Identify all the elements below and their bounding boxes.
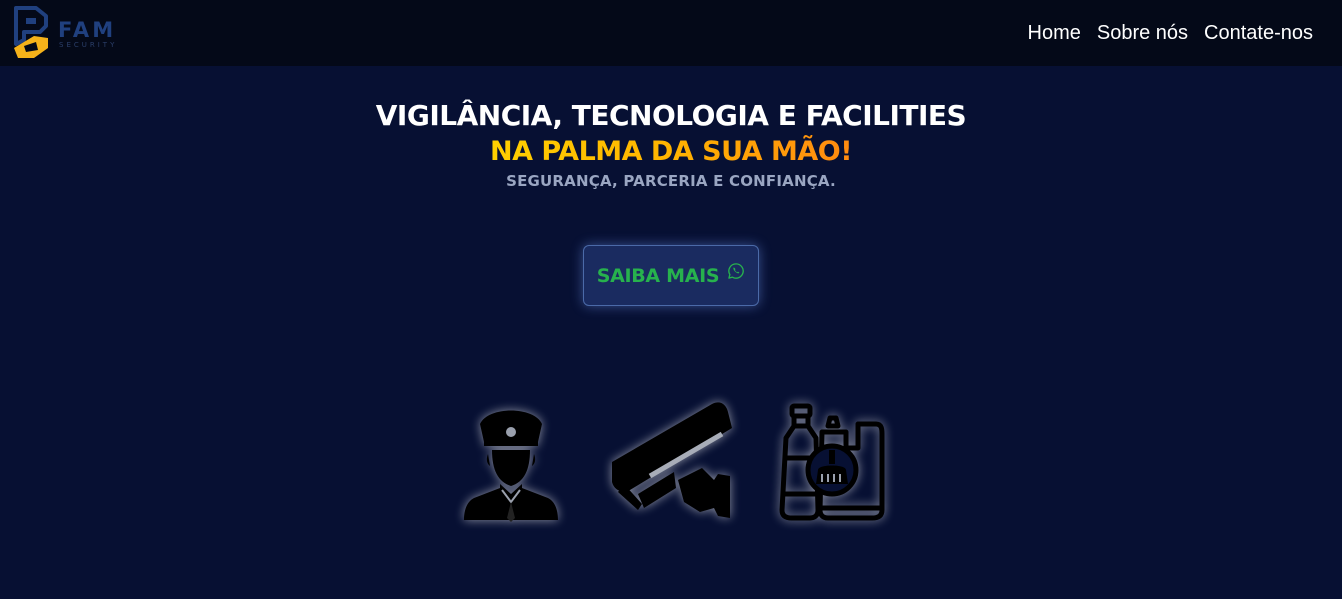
nav-link-sobre-nos[interactable]: Sobre nós xyxy=(1097,22,1188,45)
cleaning-supplies-icon xyxy=(779,403,885,521)
navbar: FAM SECURITY Home Sobre nós Contate-nos xyxy=(0,0,1342,66)
security-guard-icon xyxy=(464,410,558,522)
hero-tagline: SEGURANÇA, PARCERIA E CONFIANÇA. xyxy=(506,172,836,190)
hero-headline: VIGILÂNCIA, TECNOLOGIA E FACILITIES xyxy=(375,99,967,132)
whatsapp-icon xyxy=(728,262,745,279)
saiba-mais-button[interactable]: SAIBA MAIS xyxy=(583,245,759,306)
hero-headline-highlight: NA PALMA DA SUA MÃO! xyxy=(490,134,853,170)
nav-link-home[interactable]: Home xyxy=(1028,22,1081,45)
logo[interactable]: FAM SECURITY xyxy=(12,0,117,66)
security-camera-icon xyxy=(612,402,732,518)
logo-subtitle: SECURITY xyxy=(59,40,118,49)
saiba-mais-label: SAIBA MAIS xyxy=(596,264,720,287)
logo-name: FAM xyxy=(58,17,117,42)
shield-logo-icon xyxy=(14,6,48,58)
hero-section: VIGILÂNCIA, TECNOLOGIA E FACILITIES NA P… xyxy=(0,66,1342,190)
nav-link-contate-nos[interactable]: Contate-nos xyxy=(1204,22,1313,45)
nav-menu: Home Sobre nós Contate-nos xyxy=(1012,22,1314,45)
